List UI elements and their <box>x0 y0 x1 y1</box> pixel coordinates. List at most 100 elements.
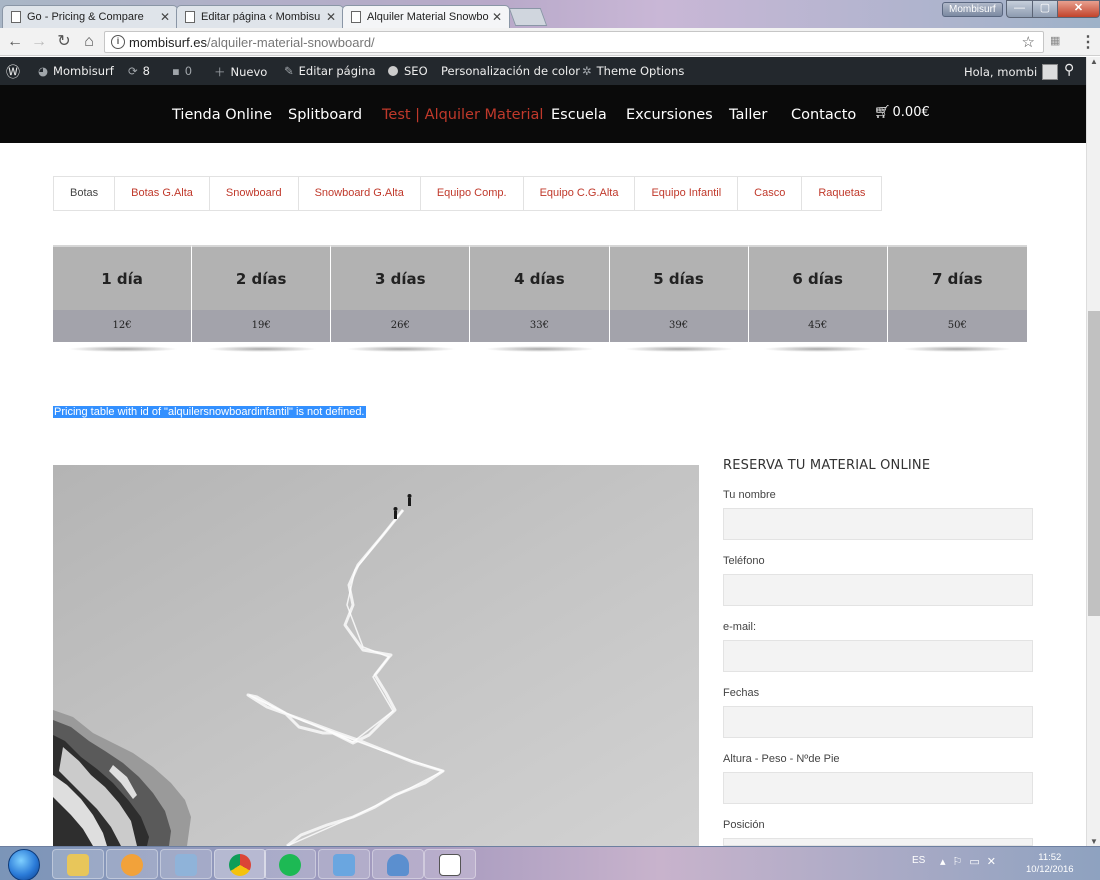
tab-equipo-infantil[interactable]: Equipo Infantil <box>635 177 739 210</box>
browser-tab-1[interactable]: Go - Pricing & Compare ✕ <box>2 5 178 28</box>
tab-raquetas[interactable]: Raquetas <box>802 177 881 210</box>
scroll-down-icon[interactable]: ▼ <box>1090 837 1098 846</box>
browser-tab-2[interactable]: Editar página ‹ Mombisu ✕ <box>176 5 344 28</box>
nav-item-excursiones[interactable]: Excursiones <box>626 107 713 123</box>
menu-icon[interactable]: ⋮ <box>1080 32 1096 52</box>
price-cell: 19€ <box>192 310 332 342</box>
close-tab-icon[interactable]: ✕ <box>160 10 170 24</box>
tab-snowboard[interactable]: Snowboard <box>210 177 299 210</box>
network-icon <box>387 854 409 876</box>
taskbar-media-player[interactable] <box>106 849 158 879</box>
window-user-badge[interactable]: Mombisurf <box>942 2 1003 17</box>
nav-item-alquiler-material[interactable]: Test | Alquiler Material <box>382 107 543 123</box>
window-app-icon <box>439 854 461 876</box>
taskbar-spotify[interactable] <box>264 849 316 879</box>
browser-tab-3[interactable]: Alquiler Material Snowbo ✕ <box>342 5 510 28</box>
color-customization-link[interactable]: Personalización de color <box>441 64 580 78</box>
cart-link[interactable]: 🛒︎ 0.00€ <box>874 105 930 120</box>
comments-link[interactable]: ▪ 0 <box>172 64 192 78</box>
theme-options-label: Theme Options <box>596 64 685 78</box>
pricing-header: 5 días <box>609 245 749 310</box>
phone-field[interactable] <box>723 574 1033 606</box>
tray-icons[interactable]: ▴⚐▭✕ <box>940 855 1003 868</box>
edit-page-link[interactable]: ✎ Editar página <box>284 64 376 78</box>
start-button[interactable] <box>8 849 40 880</box>
browser-tab-strip: Go - Pricing & Compare ✕ Editar página ‹… <box>0 0 1100 28</box>
page-icon <box>185 11 195 23</box>
tab-equipo-c-g-alta[interactable]: Equipo C.G.Alta <box>524 177 636 210</box>
search-icon[interactable]: ⚲ <box>1064 62 1074 78</box>
booking-title: RESERVA TU MATERIAL ONLINE <box>723 458 931 473</box>
pricing-header-row: 1 día 2 días 3 días 4 días 5 días 6 días… <box>53 245 1027 310</box>
browser-tab-1-label: Go - Pricing & Compare <box>27 11 144 23</box>
close-window-icon[interactable]: ✕ <box>1057 0 1100 18</box>
nav-item-tienda-online[interactable]: Tienda Online <box>172 107 272 123</box>
taskbar-libraries[interactable] <box>160 849 212 879</box>
nav-item-splitboard[interactable]: Splitboard <box>288 107 362 123</box>
new-content-link[interactable]: ＋ Nuevo <box>214 64 267 80</box>
position-field[interactable] <box>723 838 1033 846</box>
minimize-icon[interactable]: — <box>1006 0 1033 18</box>
taskbar-network[interactable] <box>372 849 424 879</box>
tab-snowboard-g-alta[interactable]: Snowboard G.Alta <box>299 177 421 210</box>
extension-icon[interactable]: ▦ <box>1050 34 1068 50</box>
browser-tab-3-label: Alquiler Material Snowbo <box>367 11 489 23</box>
taskbar-chrome[interactable] <box>214 849 266 879</box>
theme-options-link[interactable]: ✲ Theme Options <box>582 64 684 78</box>
pricing-header: 6 días <box>748 245 888 310</box>
maximize-icon[interactable]: ▢ <box>1032 0 1058 18</box>
back-arrow-icon[interactable]: ← <box>5 32 25 52</box>
taskbar-installer[interactable] <box>318 849 370 879</box>
updates-count: 8 <box>142 64 150 78</box>
price-cell: 12€ <box>53 310 193 342</box>
scroll-up-icon[interactable]: ▲ <box>1090 57 1098 66</box>
tab-botas[interactable]: Botas <box>54 177 116 210</box>
browser-toolbar: ← → ↻ ⌂ i mombisurf.es/alquiler-material… <box>0 28 1100 56</box>
phone-label: Teléfono <box>723 555 765 567</box>
page-icon <box>351 11 361 23</box>
pricing-header: 4 días <box>470 245 610 310</box>
email-field[interactable] <box>723 640 1033 672</box>
my-account-menu[interactable]: Hola, mombi <box>964 64 1059 80</box>
bookmark-star-icon[interactable]: ☆ <box>1022 33 1035 51</box>
close-tab-icon[interactable]: ✕ <box>326 10 336 24</box>
pricing-shadow <box>53 342 1027 362</box>
gear-icon: ✲ <box>582 64 592 78</box>
pricing-table: 1 día 2 días 3 días 4 días 5 días 6 días… <box>53 245 1027 362</box>
language-indicator[interactable]: ES <box>912 855 925 866</box>
scrollbar-thumb[interactable] <box>1088 311 1100 616</box>
url-text: mombisurf.es/alquiler-material-snowboard… <box>129 35 375 50</box>
seo-menu[interactable]: SEO <box>388 64 428 78</box>
taskbar-app[interactable] <box>424 849 476 879</box>
updates-icon: ⟳ <box>128 64 138 78</box>
wordpress-logo-icon[interactable]: Ⓦ <box>6 62 20 82</box>
nav-item-escuela[interactable]: Escuela <box>551 107 607 123</box>
new-label: Nuevo <box>230 65 268 79</box>
reload-icon[interactable]: ↻ <box>54 32 74 52</box>
home-icon[interactable]: ⌂ <box>79 32 99 52</box>
clock[interactable]: 11:52 10/12/2016 <box>1026 852 1074 876</box>
nav-item-contacto[interactable]: Contacto <box>791 107 856 123</box>
name-field[interactable] <box>723 508 1033 540</box>
page-scrollbar[interactable]: ▲ ▼ <box>1086 57 1100 846</box>
tab-botas-g-alta[interactable]: Botas G.Alta <box>115 177 210 210</box>
site-name-link[interactable]: ◕ Mombisurf <box>38 64 114 78</box>
tab-casco[interactable]: Casco <box>738 177 803 210</box>
seo-status-icon <box>388 66 398 76</box>
dates-field[interactable] <box>723 706 1033 738</box>
tab-equipo-comp[interactable]: Equipo Comp. <box>421 177 524 210</box>
nav-item-taller[interactable]: Taller <box>729 107 767 123</box>
height-weight-size-field[interactable] <box>723 772 1033 804</box>
info-icon[interactable]: i <box>111 35 125 49</box>
pricing-header: 2 días <box>192 245 332 310</box>
clock-time: 11:52 <box>1038 852 1062 863</box>
equipment-tabs: Botas Botas G.Alta Snowboard Snowboard G… <box>53 176 883 211</box>
address-bar[interactable]: i mombisurf.es/alquiler-material-snowboa… <box>104 31 1044 53</box>
forward-arrow-icon[interactable]: → <box>29 32 49 52</box>
new-tab-button[interactable] <box>508 8 548 26</box>
dashboard-icon: ◕ <box>38 64 49 78</box>
updates-link[interactable]: ⟳ 8 <box>128 64 150 78</box>
close-tab-icon[interactable]: ✕ <box>492 10 502 24</box>
taskbar-explorer[interactable] <box>52 849 104 879</box>
spotify-icon <box>279 854 301 876</box>
